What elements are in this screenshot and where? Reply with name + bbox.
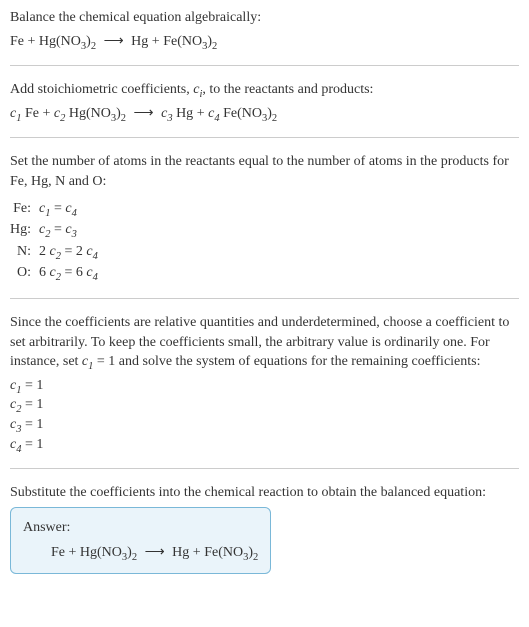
species-hg: Hg: [131, 34, 148, 49]
unbalanced-equation: Fe + Hg(NO3)2 ⟶ Hg + Fe(NO3)2: [10, 32, 519, 52]
reaction-arrow: ⟶: [100, 34, 128, 49]
step2-text: Set the number of atoms in the reactants…: [10, 152, 519, 191]
answer-label: Answer:: [23, 518, 258, 538]
step4-section: Substitute the coefficients into the che…: [10, 483, 519, 574]
step1-section: Add stoichiometric coefficients, ci, to …: [10, 80, 519, 123]
coef-solution: c3 = 1: [10, 415, 519, 435]
table-row: O: 6 c2 = 6 c4: [10, 262, 104, 284]
table-row: Hg: c2 = c3: [10, 219, 104, 241]
intro-section: Balance the chemical equation algebraica…: [10, 8, 519, 51]
divider: [10, 468, 519, 469]
coef-solution: c2 = 1: [10, 395, 519, 415]
divider: [10, 137, 519, 138]
coef-equation: c1 Fe + c2 Hg(NO3)2 ⟶ c3 Hg + c4 Fe(NO3)…: [10, 104, 519, 124]
balanced-equation: Fe + Hg(NO3)2 ⟶ Hg + Fe(NO3)2: [23, 543, 258, 563]
coef-solution: c4 = 1: [10, 435, 519, 455]
coef-solution: c1 = 1: [10, 376, 519, 396]
element-label: O:: [10, 262, 39, 284]
species-feno32: Fe(NO3)2: [163, 34, 217, 49]
step3-text: Since the coefficients are relative quan…: [10, 313, 519, 372]
element-label: Hg:: [10, 219, 39, 241]
species-fe: Fe: [10, 34, 24, 49]
step1-text: Add stoichiometric coefficients, ci, to …: [10, 80, 519, 100]
divider: [10, 298, 519, 299]
balance-eq: 6 c2 = 6 c4: [39, 262, 104, 284]
step3-section: Since the coefficients are relative quan…: [10, 313, 519, 454]
atom-balance-table: Fe: c1 = c4 Hg: c2 = c3 N: 2 c2 = 2 c4 O…: [10, 198, 104, 284]
table-row: Fe: c1 = c4: [10, 198, 104, 220]
element-label: N:: [10, 241, 39, 263]
table-row: N: 2 c2 = 2 c4: [10, 241, 104, 263]
balance-eq: c1 = c4: [39, 198, 104, 220]
answer-box: Answer: Fe + Hg(NO3)2 ⟶ Hg + Fe(NO3)2: [10, 507, 271, 574]
species-hgno32: Hg(NO3)2: [39, 34, 96, 49]
divider: [10, 65, 519, 66]
coefficient-solutions: c1 = 1 c2 = 1 c3 = 1 c4 = 1: [10, 376, 519, 454]
step2-section: Set the number of atoms in the reactants…: [10, 152, 519, 284]
balance-eq: c2 = c3: [39, 219, 104, 241]
element-label: Fe:: [10, 198, 39, 220]
step4-text: Substitute the coefficients into the che…: [10, 483, 519, 503]
intro-text: Balance the chemical equation algebraica…: [10, 8, 519, 28]
balance-eq: 2 c2 = 2 c4: [39, 241, 104, 263]
